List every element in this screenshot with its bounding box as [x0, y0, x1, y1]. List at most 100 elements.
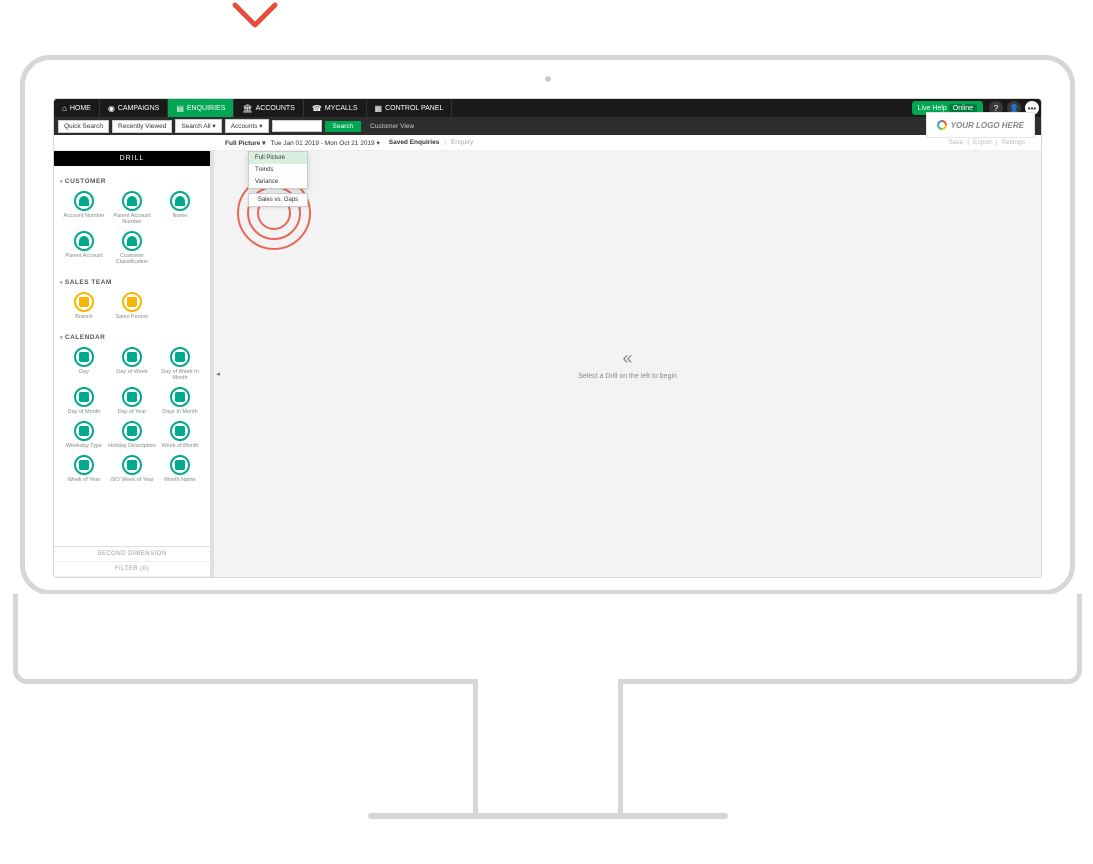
drill-label: Day of Month: [68, 409, 101, 415]
dd-option-variance[interactable]: Variance: [249, 176, 307, 188]
drill-month-name[interactable]: Month Name: [156, 455, 204, 483]
section-customer[interactable]: CUSTOMER: [60, 178, 204, 185]
drill-tab[interactable]: DRILL: [54, 151, 210, 166]
accounts-dd-label: Accounts: [231, 123, 258, 130]
nav-home-label: HOME: [70, 105, 91, 112]
drill-label: Parent Account Number: [108, 213, 156, 225]
drill-day-of-month[interactable]: Day of Month: [60, 387, 108, 415]
drill-branch[interactable]: Branch: [60, 292, 108, 320]
drill-label: Days In Month: [162, 409, 197, 415]
accounts-icon: 🏛: [242, 104, 252, 113]
drill-label: Month Name: [164, 477, 196, 483]
drill-label: Account Number: [64, 213, 105, 219]
toolbar: Quick Search Recently Viewed Search All …: [54, 117, 1041, 135]
crumb-separator: |: [444, 139, 446, 146]
drill-sales-person[interactable]: Sales Person: [108, 292, 156, 320]
main-area: DRILL CUSTOMER Account Number Parent Acc…: [54, 151, 1041, 577]
drill-holiday-description[interactable]: Holiday Description: [108, 421, 156, 449]
second-dimension-tab[interactable]: SECOND DIMENSION: [54, 547, 210, 562]
view-dropdown-label: Full Picture: [225, 140, 260, 147]
control-panel-icon: ▦: [375, 104, 383, 113]
nav-home[interactable]: ⌂HOME: [54, 99, 100, 117]
monitor-stand: [473, 679, 623, 819]
drill-day-of-year[interactable]: Day of Year: [108, 387, 156, 415]
pointer-arrow: [230, 0, 280, 40]
top-nav: ⌂HOME ◉CAMPAIGNS ▤ENQUIRIES 🏛 ACCOUNTS ☎M…: [54, 99, 1041, 117]
breadcrumb-row: Full Picture ▾ Tue Jan 01 2019 - Mon Oct…: [54, 135, 1041, 151]
quick-search-button[interactable]: Quick Search: [58, 120, 109, 133]
drill-label: Day of Week: [116, 369, 147, 375]
recently-viewed-button[interactable]: Recently Viewed: [112, 120, 172, 133]
live-help-label: Live Help: [918, 105, 947, 112]
settings-link[interactable]: Settings: [1002, 139, 1026, 146]
accounts-dropdown[interactable]: Accounts ▾: [225, 119, 269, 133]
drill-label: Day of Week In Month: [156, 369, 204, 381]
drill-account-number[interactable]: Account Number: [60, 191, 108, 225]
dd-option-full-picture[interactable]: Full Picture: [249, 152, 307, 164]
filter-tab[interactable]: FILTER (0): [54, 562, 210, 577]
search-all-dropdown[interactable]: Search All ▾: [175, 119, 221, 133]
logo-icon: [937, 120, 947, 130]
drill-parent-account-number[interactable]: Parent Account Number: [108, 191, 156, 225]
current-enquiry-label: Enquiry: [451, 139, 473, 146]
camera-dot: [545, 76, 551, 82]
search-input[interactable]: [272, 120, 322, 132]
view-dropdown[interactable]: Full Picture ▾: [225, 139, 265, 147]
date-range-picker[interactable]: Tue Jan 01 2019 - Mon Oct 21 2019 ▾: [270, 139, 379, 147]
view-dropdown-popover: Full Picture Trends Variance Sales vs. G…: [248, 151, 308, 207]
saved-enquiries-link[interactable]: Saved Enquiries: [389, 139, 440, 146]
nav-campaigns-label: CAMPAIGNS: [118, 105, 160, 112]
drill-label: Customer Classification: [108, 253, 156, 265]
export-link[interactable]: Export: [973, 139, 992, 146]
drill-name[interactable]: Name: [156, 191, 204, 225]
sub-option-sales-vs-gaps[interactable]: Sales vs. Gaps: [248, 193, 308, 207]
section-sales-team[interactable]: SALES TEAM: [60, 279, 204, 286]
logo-text: YOUR LOGO HERE: [951, 121, 1024, 130]
drill-days-in-month[interactable]: Days In Month: [156, 387, 204, 415]
search-button[interactable]: Search: [325, 121, 362, 132]
drill-label: Day: [79, 369, 89, 375]
sales-grid: Branch Sales Person: [60, 292, 204, 326]
drill-week-of-month[interactable]: Week of Month: [156, 421, 204, 449]
drill-iso-week-of-year[interactable]: ISO Week of Year: [108, 455, 156, 483]
nav-control-panel[interactable]: ▦CONTROL PANEL: [367, 99, 453, 117]
nav-enquiries-label: ENQUIRIES: [187, 105, 226, 112]
monitor-foot: [368, 813, 728, 819]
customer-view-link[interactable]: Customer View: [370, 123, 414, 130]
monitor-base: [13, 594, 1082, 684]
drill-weekday-type[interactable]: Weekday Type: [60, 421, 108, 449]
drill-label: ISO Week of Year: [110, 477, 154, 483]
enquiries-icon: ▤: [176, 104, 184, 113]
search-all-label: Search All: [181, 123, 210, 130]
nav-mycalls[interactable]: ☎MYCALLS: [304, 99, 367, 117]
logo-placeholder: YOUR LOGO HERE: [926, 112, 1035, 138]
sidebar-collapse-handle[interactable]: ◂: [214, 364, 222, 384]
sidebar-scroll: CUSTOMER Account Number Parent Account N…: [54, 166, 210, 546]
drill-week-of-year[interactable]: Week of Year: [60, 455, 108, 483]
drill-label: Branch: [75, 314, 92, 320]
drill-parent-account[interactable]: Parent Account: [60, 231, 108, 265]
drill-label: Week of Year: [68, 477, 101, 483]
view-dropdown-menu: Full Picture Trends Variance: [248, 151, 308, 189]
drill-day[interactable]: Day: [60, 347, 108, 381]
drill-day-of-week-in-month[interactable]: Day of Week In Month: [156, 347, 204, 381]
empty-state: « Select a Drill on the left to begin: [578, 348, 677, 380]
nav-control-panel-label: CONTROL PANEL: [385, 105, 443, 112]
home-icon: ⌂: [62, 104, 67, 113]
nav-accounts[interactable]: 🏛 ACCOUNTS: [234, 99, 303, 117]
sep1: |: [967, 139, 969, 146]
nav-accounts-label: ACCOUNTS: [256, 105, 295, 112]
section-calendar[interactable]: CALENDAR: [60, 334, 204, 341]
drill-customer-classification[interactable]: Customer Classification: [108, 231, 156, 265]
date-range-label: Tue Jan 01 2019 - Mon Oct 21 2019: [270, 140, 374, 147]
drill-label: Parent Account: [65, 253, 102, 259]
nav-campaigns[interactable]: ◉CAMPAIGNS: [100, 99, 168, 117]
nav-enquiries[interactable]: ▤ENQUIRIES: [168, 99, 234, 117]
drill-label: Holiday Description: [108, 443, 155, 449]
save-link[interactable]: Save: [948, 139, 963, 146]
drill-label: Sales Person: [116, 314, 149, 320]
dd-option-trends[interactable]: Trends: [249, 164, 307, 176]
crumb-actions: Save| Export| Settings: [948, 139, 1025, 146]
drill-day-of-week[interactable]: Day of Week: [108, 347, 156, 381]
customer-grid: Account Number Parent Account Number Nam…: [60, 191, 204, 271]
